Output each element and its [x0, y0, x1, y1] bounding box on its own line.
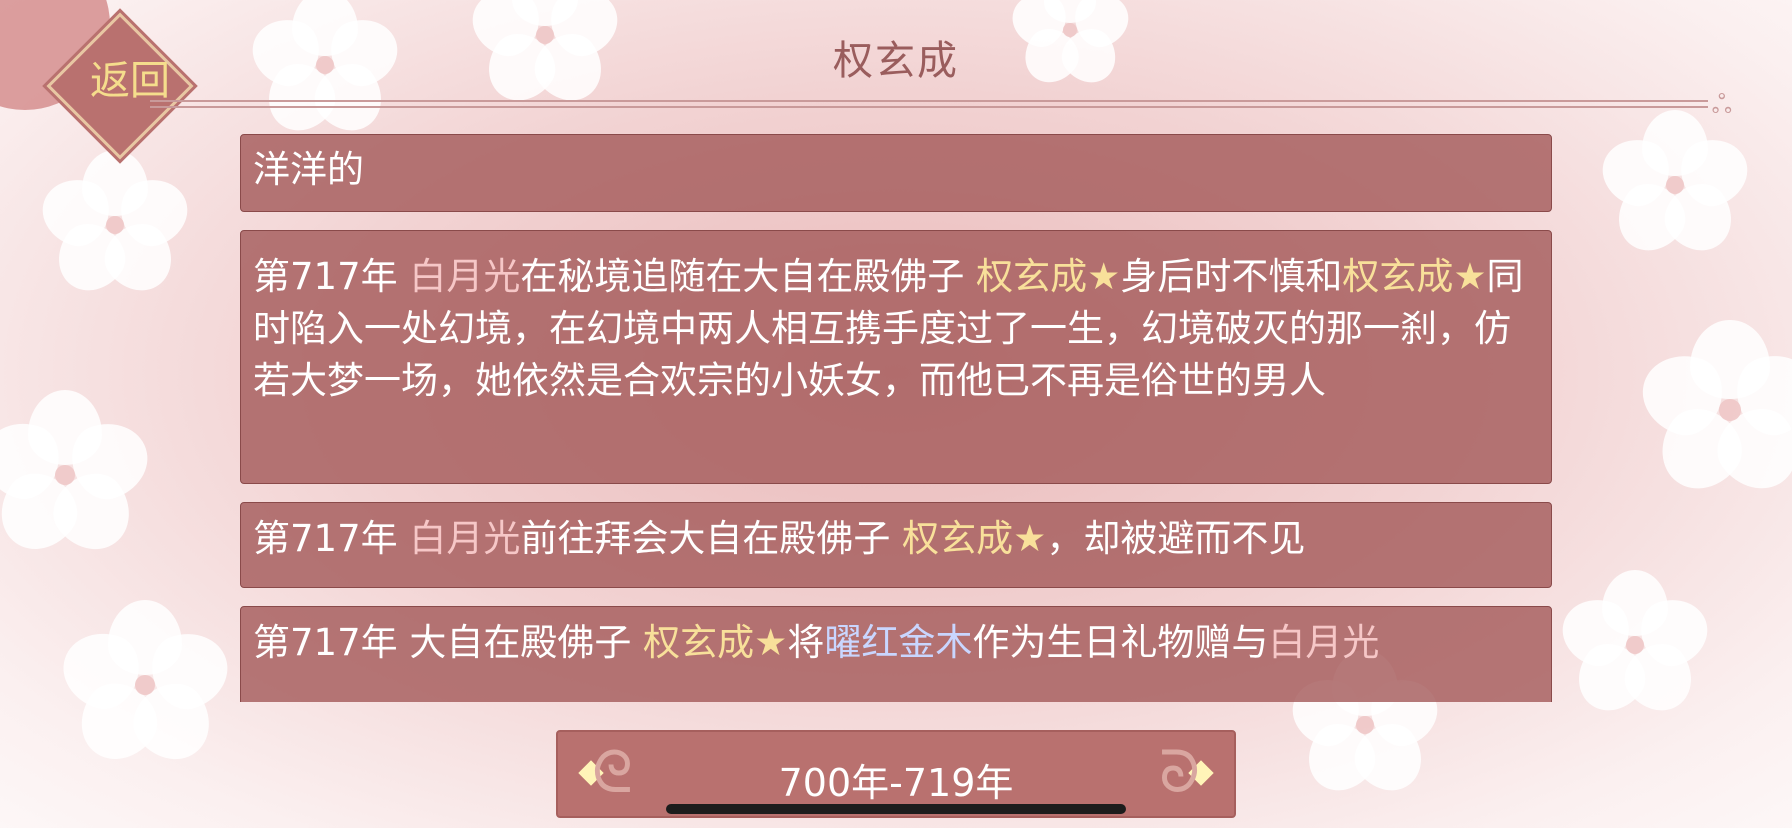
flower-decoration — [0, 390, 157, 565]
event-text: 将 — [787, 621, 825, 664]
year-range-label: 700年-719年 — [778, 761, 1014, 805]
event-card: 第717年 白月光前往拜会大自在殿佛子 权玄成★，却被避而不见 — [240, 502, 1552, 588]
event-text: 在秘境追随在大自在殿佛子 — [520, 255, 977, 298]
swirl-ornament-icon: ஃ — [1711, 90, 1732, 120]
event-text: 身后时不慎和 — [1120, 255, 1343, 298]
flower-decoration — [33, 150, 197, 305]
next-range-button[interactable]: ᘐ — [1150, 732, 1220, 816]
player-name: 白月光 — [409, 517, 521, 560]
event-text: 前往拜会大自在殿佛子 — [520, 517, 903, 560]
character-name: 权玄成★ — [902, 517, 1047, 560]
event-text: 第717年 — [253, 255, 410, 298]
event-text: 作为生日礼物赠与 — [972, 621, 1269, 664]
player-name: 白月光 — [409, 255, 521, 298]
event-text: 洋洋的 — [253, 148, 364, 191]
flower-decoration — [53, 600, 237, 775]
flower-decoration — [1632, 320, 1792, 506]
player-name: 白月光 — [1268, 621, 1380, 664]
home-indicator — [666, 804, 1126, 814]
event-card: 第717年 白月光在秘境追随在大自在殿佛子 权玄成★身后时不慎和权玄成★同时陷入… — [240, 230, 1552, 484]
event-card: 洋洋的 — [240, 134, 1552, 212]
event-text: 第717年 大自在殿佛子 — [253, 621, 644, 664]
character-name: 权玄成★ — [976, 255, 1121, 298]
event-text: 第717年 — [253, 517, 410, 560]
character-name: 权玄成★ — [1342, 255, 1487, 298]
event-log-list[interactable]: 洋洋的 第717年 白月光在秘境追随在大自在殿佛子 权玄成★身后时不慎和权玄成★… — [240, 134, 1554, 702]
character-name: 权玄成★ — [643, 621, 788, 664]
header-divider: ஃ — [150, 90, 1732, 120]
event-text: ，却被避而不见 — [1046, 517, 1306, 560]
page-title: 权玄成 — [833, 38, 959, 84]
event-card: 第717年 大自在殿佛子 权玄成★将曜红金木作为生日礼物赠与白月光 — [240, 606, 1552, 702]
item-name: 曜红金木 — [824, 621, 973, 664]
swirl-right-icon: ᘐ — [1159, 738, 1200, 806]
flower-decoration — [1553, 570, 1717, 725]
flower-decoration — [1593, 110, 1757, 265]
